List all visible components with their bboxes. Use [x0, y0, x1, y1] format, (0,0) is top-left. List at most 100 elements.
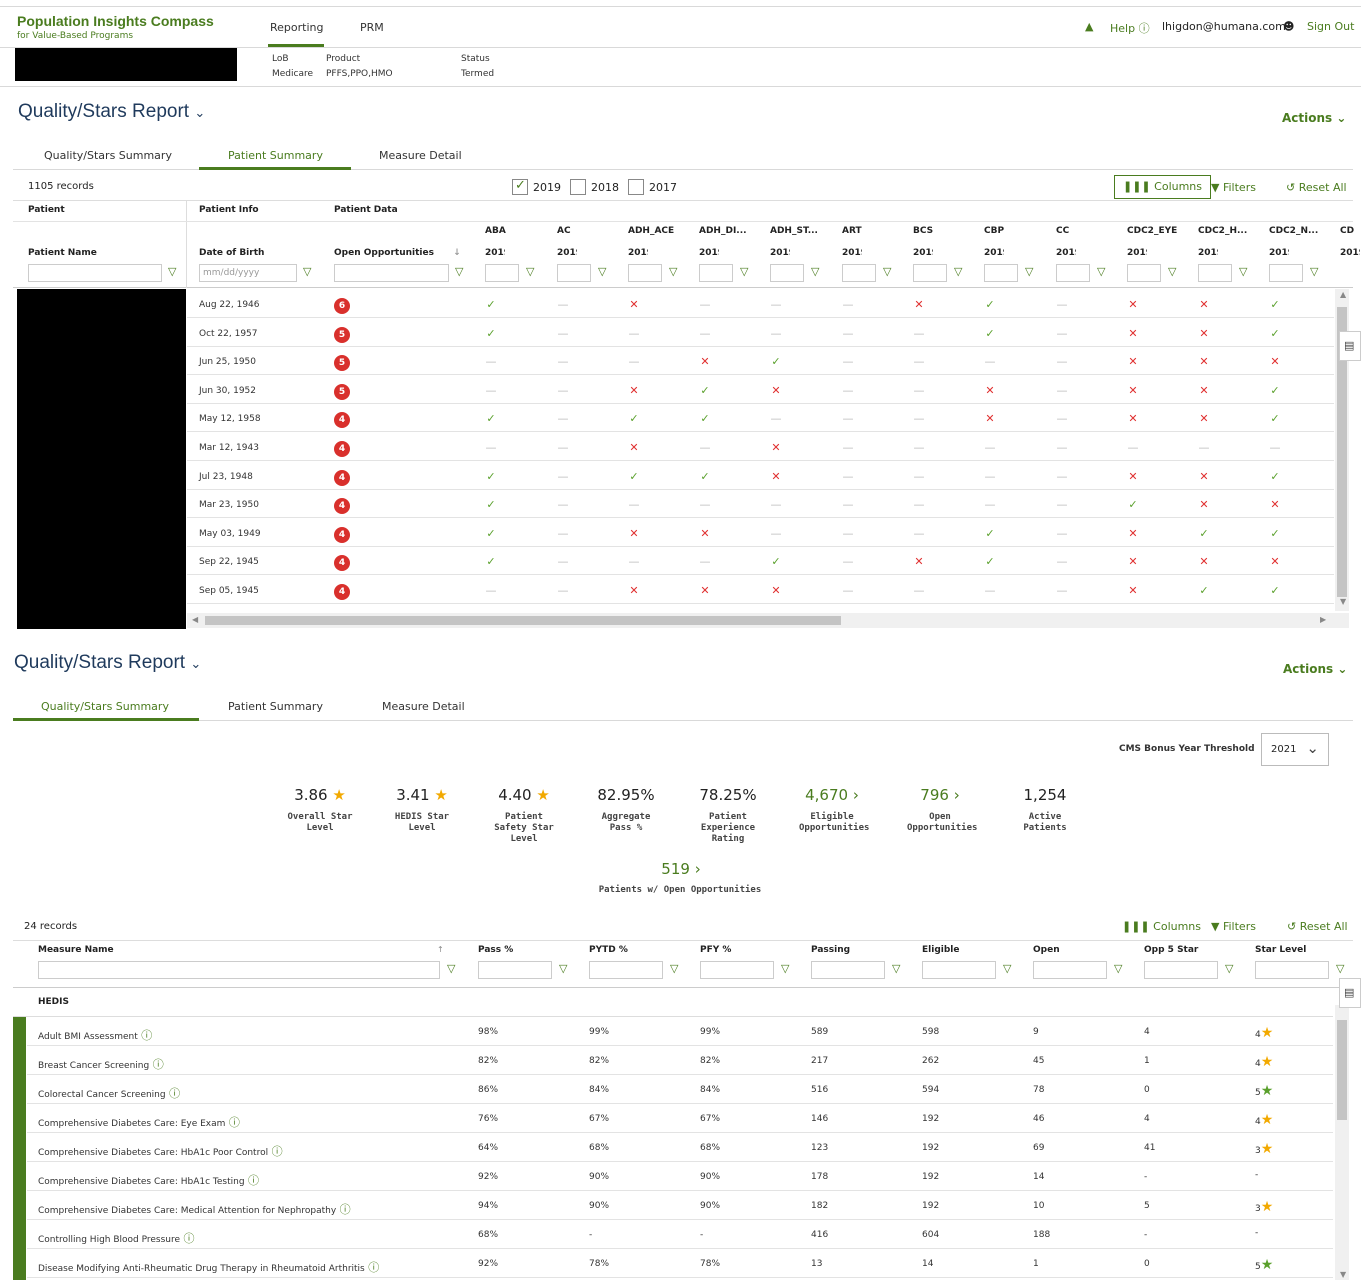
col-filter-input[interactable]	[1033, 961, 1107, 979]
filter-icon[interactable]: ▽	[168, 265, 176, 278]
scroll-left-icon[interactable]: ◀	[192, 615, 198, 624]
measure-name-cell[interactable]: Comprehensive Diabetes Care: HbA1c Poor …	[38, 1143, 283, 1159]
year-2019-checkbox[interactable]: ✓	[512, 178, 528, 195]
patients-open-link[interactable]: 519 ›	[626, 860, 736, 878]
measure-col-header[interactable]: CD	[1340, 226, 1361, 236]
scroll-up-icon[interactable]: ▲	[1340, 290, 1346, 299]
col-header[interactable]: Eligible	[922, 945, 959, 955]
tab-quality-stars-summary[interactable]: Quality/Stars Summary	[44, 149, 172, 162]
columns-button[interactable]: ❚❚❚ Columns	[1122, 920, 1201, 933]
measure-filter-input[interactable]	[1198, 264, 1232, 282]
dob-filter-input[interactable]: mm/dd/yyyy	[199, 264, 297, 282]
sign-out-link[interactable]: Sign Out	[1307, 20, 1354, 33]
vertical-scrollbar[interactable]	[1335, 1005, 1349, 1280]
stat-value[interactable]: 796 ›	[885, 786, 995, 804]
filters-button[interactable]: ▼ Filters	[1211, 920, 1256, 933]
open-link[interactable]: 1	[1033, 1259, 1039, 1269]
filter-icon[interactable]: ▽	[455, 265, 463, 278]
info-icon[interactable]: ⓘ	[149, 1058, 164, 1071]
actions-menu[interactable]: Actions ⌄	[1283, 662, 1347, 676]
info-icon[interactable]: ⓘ	[245, 1174, 259, 1187]
filter-icon[interactable]: ▽	[883, 265, 891, 278]
filter-icon[interactable]: ▽	[1025, 265, 1033, 278]
open-link[interactable]: 46	[1033, 1114, 1044, 1124]
filter-icon[interactable]: ▽	[954, 265, 962, 278]
col-header[interactable]: Opp 5 Star	[1144, 945, 1198, 955]
measure-filter-input[interactable]	[1127, 264, 1161, 282]
help-link[interactable]: Help ⓘ	[1110, 20, 1150, 36]
col-filter-input[interactable]	[922, 961, 996, 979]
col-filter-input[interactable]	[38, 961, 440, 979]
col-header[interactable]: Passing	[811, 945, 850, 955]
filter-icon[interactable]: ▽	[1310, 265, 1318, 278]
measure-col-header[interactable]: ABA	[485, 226, 547, 236]
measure-filter-input[interactable]	[628, 264, 662, 282]
tab-quality-stars-summary[interactable]: Quality/Stars Summary	[41, 700, 169, 713]
measure-col-header[interactable]: ADH_ACE	[628, 226, 690, 236]
eligible-link[interactable]: 14	[922, 1259, 933, 1269]
filter-icon[interactable]: ▽	[1239, 265, 1247, 278]
col-open-opportunities[interactable]: Open Opportunities ↓	[334, 248, 461, 258]
columns-button[interactable]: ❚❚❚ Columns	[1114, 175, 1212, 199]
reset-all-button[interactable]: ↺ Reset All	[1286, 181, 1347, 194]
filter-icon[interactable]: ▽	[1097, 265, 1105, 278]
stat-value[interactable]: 4,670 ›	[777, 786, 887, 804]
report-title[interactable]: Quality/Stars Report ⌄	[14, 652, 201, 674]
filter-icon[interactable]: ▽	[598, 265, 606, 278]
filter-icon[interactable]: ▽	[303, 265, 311, 278]
eligible-link[interactable]: 192	[922, 1114, 939, 1124]
measure-name-cell[interactable]: Disease Modifying Anti-Rheumatic Drug Th…	[38, 1259, 379, 1275]
info-icon[interactable]: ⓘ	[180, 1232, 195, 1245]
brand-title[interactable]: Population Insights Compass	[17, 13, 214, 29]
side-panel-icon[interactable]: ▤	[1339, 978, 1361, 1008]
filter-icon[interactable]: ▽	[670, 962, 678, 975]
patient-name-filter-input[interactable]	[28, 264, 162, 282]
filter-icon[interactable]: ▽	[892, 962, 900, 975]
tab-measure-detail[interactable]: Measure Detail	[382, 700, 465, 713]
info-icon[interactable]: ⓘ	[138, 1029, 152, 1042]
scroll-right-icon[interactable]: ▶	[1320, 615, 1326, 624]
info-icon[interactable]: ⓘ	[365, 1261, 379, 1274]
measure-name-cell[interactable]: Comprehensive Diabetes Care: Medical Att…	[38, 1201, 351, 1217]
measure-filter-input[interactable]	[984, 264, 1018, 282]
eligible-link[interactable]: 192	[922, 1143, 939, 1153]
year-2018-checkbox[interactable]	[570, 179, 586, 195]
col-header[interactable]: Open	[1033, 945, 1060, 955]
col-patient-name[interactable]: Patient Name	[28, 248, 97, 258]
measure-filter-input[interactable]	[485, 264, 519, 282]
eligible-link[interactable]: 192	[922, 1201, 939, 1211]
scroll-down-icon[interactable]: ▼	[1340, 1270, 1346, 1279]
measure-col-header[interactable]: CBP	[984, 226, 1046, 236]
col-header[interactable]: Star Level	[1255, 945, 1306, 955]
open-link[interactable]: 45	[1033, 1056, 1044, 1066]
nav-prm[interactable]: PRM	[360, 21, 384, 34]
col-header[interactable]: Measure Name	[38, 945, 114, 955]
measure-col-header[interactable]: ADH_DI...	[699, 226, 761, 236]
open-link[interactable]: 14	[1033, 1172, 1044, 1182]
measure-filter-input[interactable]	[913, 264, 947, 282]
measure-name-cell[interactable]: Breast Cancer Screening ⓘ	[38, 1056, 164, 1072]
filter-icon[interactable]: ▽	[559, 962, 567, 975]
eligible-link[interactable]: 594	[922, 1085, 939, 1095]
measure-col-header[interactable]: BCS	[913, 226, 975, 236]
open-opp-filter-input[interactable]	[334, 264, 449, 282]
reset-all-button[interactable]: ↺ Reset All	[1287, 920, 1348, 933]
measure-col-header[interactable]: CDC2_N...	[1269, 226, 1331, 236]
filter-icon[interactable]: ▽	[669, 265, 677, 278]
col-filter-input[interactable]	[1255, 961, 1329, 979]
measure-name-cell[interactable]: Controlling High Blood Pressure ⓘ	[38, 1230, 195, 1246]
measure-filter-input[interactable]	[770, 264, 804, 282]
col-filter-input[interactable]	[1144, 961, 1218, 979]
report-title[interactable]: Quality/Stars Report ⌄	[18, 101, 205, 123]
filter-icon[interactable]: ▽	[447, 962, 455, 975]
filters-button[interactable]: ▼ Filters	[1211, 181, 1256, 194]
filter-icon[interactable]: ▽	[740, 265, 748, 278]
eligible-link[interactable]: 598	[922, 1027, 939, 1037]
open-link[interactable]: 10	[1033, 1201, 1044, 1211]
info-icon[interactable]: ⓘ	[268, 1145, 283, 1158]
tab-patient-summary[interactable]: Patient Summary	[228, 149, 323, 162]
measure-col-header[interactable]: AC	[557, 226, 619, 236]
side-panel-icon[interactable]: ▤	[1339, 331, 1361, 361]
measure-filter-input[interactable]	[1056, 264, 1090, 282]
eligible-link[interactable]: 192	[922, 1172, 939, 1182]
